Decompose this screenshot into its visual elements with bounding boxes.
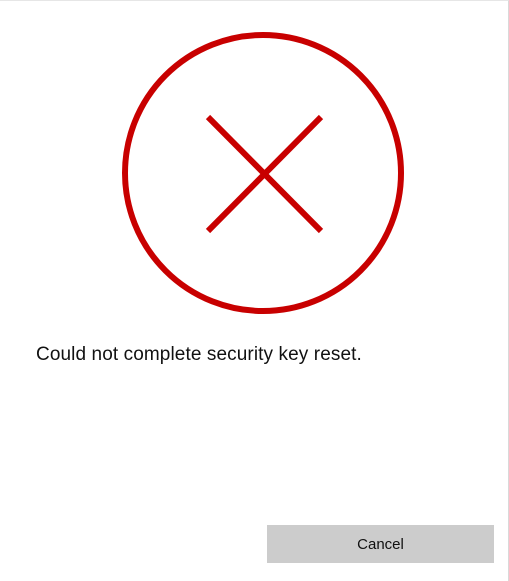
cancel-button[interactable]: Cancel [267, 525, 494, 563]
error-x-circle-icon [122, 32, 404, 314]
security-key-reset-dialog: Could not complete security key reset. C… [0, 0, 509, 581]
error-message: Could not complete security key reset. [36, 344, 362, 365]
